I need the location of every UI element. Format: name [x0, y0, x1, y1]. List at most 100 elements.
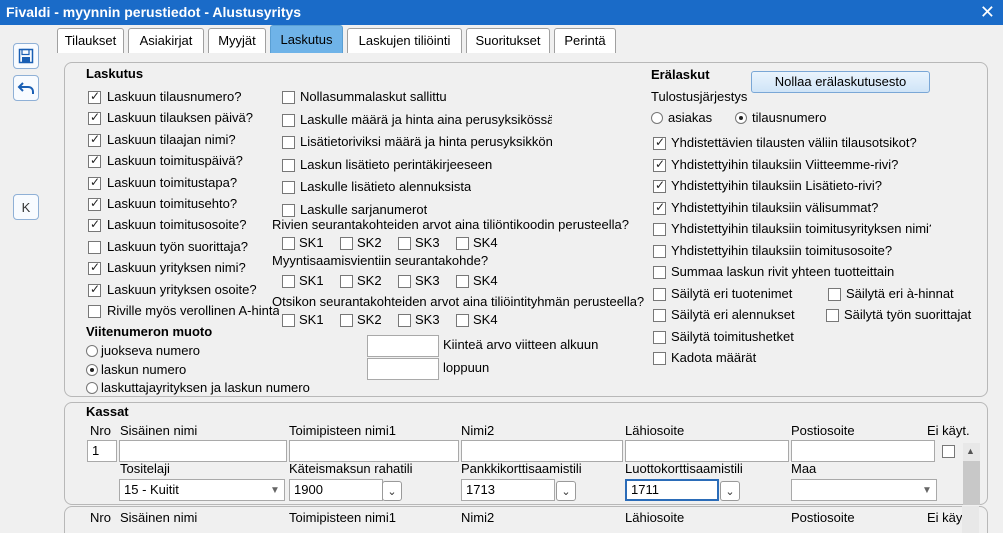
laskutus-checkbox[interactable]	[88, 196, 101, 211]
laskutus-checkbox-label: Laskuun tilausnumero?	[107, 89, 242, 104]
tulostus-tilausnumero-radio[interactable]	[735, 112, 747, 124]
col-header-lahiosoite-2: Lähiosoite	[625, 510, 685, 525]
viitenumero-radio[interactable]	[86, 382, 98, 394]
tab-laskutus[interactable]: Laskutus	[270, 25, 343, 53]
sk-checkbox[interactable]	[282, 275, 295, 288]
laskutus-option-checkbox[interactable]	[282, 113, 295, 127]
col-header-ei-kayt: Ei käyt.	[927, 423, 970, 438]
laskutus-option-label: Lisätietoriviksi määrä ja hinta perusyks…	[300, 134, 552, 150]
sk-label: SK4	[473, 235, 498, 250]
laskutus-checkbox[interactable]	[88, 132, 101, 147]
tab-perinta[interactable]: Perintä	[554, 28, 616, 53]
otsikon-seuranta-label: Otsikon seurantakohteiden arvot aina til…	[272, 294, 645, 309]
eralaskut-checkbox[interactable]	[653, 309, 666, 322]
laskutus-checkbox[interactable]	[88, 89, 101, 104]
sk-checkbox[interactable]	[456, 275, 469, 288]
eralaskut-checkbox[interactable]	[653, 330, 666, 344]
laskutus-checkbox[interactable]	[88, 305, 101, 318]
col-header-toimipisteen-nimi-2: Toimipisteen nimi1	[289, 510, 396, 525]
laskutus-option-checkbox[interactable]	[282, 91, 295, 104]
tositelaji-select[interactable]: 15 - Kuitit	[119, 479, 285, 501]
pankki-lookup-button[interactable]: ⌄	[556, 481, 576, 501]
chevron-down-icon[interactable]: ▼	[266, 480, 284, 500]
sk-checkbox[interactable]	[282, 237, 295, 250]
eralaskut-checkbox[interactable]	[653, 157, 666, 172]
sk-checkbox[interactable]	[398, 237, 411, 250]
kiintea-alku-input[interactable]	[367, 335, 439, 357]
subheader-maa: Maa	[791, 461, 817, 476]
kassa-lahiosoite-input[interactable]	[625, 440, 789, 462]
kassat-scrollbar[interactable]: ▲	[963, 443, 980, 505]
kassa-nimi2-input[interactable]	[461, 440, 623, 462]
kassa-nro-input[interactable]: 1	[87, 440, 117, 462]
laskutus-option-label: Laskulle määrä ja hinta aina perusyksikö…	[300, 111, 552, 127]
close-icon[interactable]: ✕	[980, 0, 995, 25]
eralaskut-checkbox[interactable]	[653, 266, 666, 279]
laskutus-checkbox[interactable]	[88, 153, 101, 169]
kassat-scrollbar-lower[interactable]	[962, 506, 979, 533]
eralaskut-checkbox-label: Yhdistettyihin tilauksiin toimitusyrityk…	[671, 221, 931, 236]
kateis-lookup-button[interactable]: ⌄	[382, 481, 402, 501]
luotto-saamistili-input[interactable]: 1711	[625, 479, 719, 501]
laskutus-checkbox[interactable]	[88, 175, 101, 190]
sk-checkbox[interactable]	[340, 314, 353, 327]
eralaskut-checkbox[interactable]	[653, 352, 666, 365]
sk-label: SK2	[357, 273, 382, 288]
viitenumero-radio[interactable]	[86, 345, 98, 357]
pankki-saamistili-input[interactable]: 1713	[461, 479, 555, 501]
chevron-down-icon[interactable]: ▼	[918, 480, 936, 500]
k-button[interactable]: K	[13, 194, 39, 220]
tulostusjarjestys-label: Tulostusjärjestys	[651, 89, 748, 104]
save-icon	[18, 48, 34, 64]
laskutus-option-checkbox[interactable]	[282, 158, 295, 172]
tab-tilaukset[interactable]: Tilaukset	[57, 28, 124, 53]
sk-checkbox[interactable]	[456, 237, 469, 250]
eralaskut-checkbox[interactable]	[653, 287, 666, 301]
tab-laskujen-tilointi[interactable]: Laskujen tiliöinti	[347, 28, 462, 53]
laskutus-checkbox[interactable]	[88, 217, 101, 233]
scrollbar-thumb[interactable]	[963, 461, 980, 505]
sk-label: SK4	[473, 312, 498, 327]
kassa-toimipiste-input[interactable]	[289, 440, 459, 462]
tab-myyjat[interactable]: Myyjät	[208, 28, 266, 53]
tulostus-asiakas-radio[interactable]	[651, 112, 663, 124]
kateis-rahatili-input[interactable]: 1900	[289, 479, 383, 501]
eralaskut-checkbox[interactable]	[653, 135, 666, 150]
eralaskut-checkbox-label: Säilytä eri à-hinnat	[846, 285, 954, 301]
tab-suoritukset[interactable]: Suoritukset	[466, 28, 550, 53]
laskutus-checkbox-label: Laskuun tilauksen päivä?	[107, 110, 253, 126]
scroll-up-icon[interactable]: ▲	[966, 446, 975, 456]
eralaskut-checkbox[interactable]	[653, 178, 666, 193]
laskutus-checkbox[interactable]	[88, 260, 101, 276]
kiintea-loppu-input[interactable]	[367, 358, 439, 380]
laskutus-option-checkbox[interactable]	[282, 181, 295, 195]
eralaskut-checkbox[interactable]	[828, 287, 841, 301]
kassa-sisainen-nimi-input[interactable]	[119, 440, 287, 462]
sk-label: SK2	[357, 235, 382, 250]
sk-checkbox[interactable]	[340, 237, 353, 250]
sk-checkbox[interactable]	[282, 314, 295, 327]
luotto-lookup-button[interactable]: ⌄	[720, 481, 740, 501]
eralaskut-checkbox[interactable]	[653, 244, 666, 258]
laskutus-checkbox[interactable]	[88, 282, 101, 297]
kassa-postiosoite-input[interactable]	[791, 440, 935, 462]
eralaskut-checkbox[interactable]	[653, 223, 666, 236]
sk-checkbox[interactable]	[398, 275, 411, 288]
tab-asiakirjat[interactable]: Asiakirjat	[128, 28, 204, 53]
eralaskut-checkbox[interactable]	[653, 200, 666, 215]
laskutus-checkbox[interactable]	[88, 240, 101, 254]
viitenumero-radio[interactable]	[86, 363, 98, 376]
laskutus-option-checkbox[interactable]	[282, 204, 295, 217]
save-button[interactable]	[13, 43, 39, 69]
sk-checkbox[interactable]	[456, 314, 469, 327]
sk-checkbox[interactable]	[398, 314, 411, 327]
eralaskut-checkbox[interactable]	[826, 309, 839, 322]
maa-select[interactable]	[791, 479, 937, 501]
col-header-nro: Nro	[90, 423, 111, 438]
nollaa-eralaskutusesto-button[interactable]: Nollaa erälaskutusesto	[751, 71, 930, 93]
sk-checkbox[interactable]	[340, 275, 353, 288]
laskutus-checkbox[interactable]	[88, 110, 101, 126]
kassa-ei-kayt-checkbox[interactable]	[942, 445, 955, 458]
undo-button[interactable]	[13, 75, 39, 101]
laskutus-option-checkbox[interactable]	[282, 136, 295, 150]
